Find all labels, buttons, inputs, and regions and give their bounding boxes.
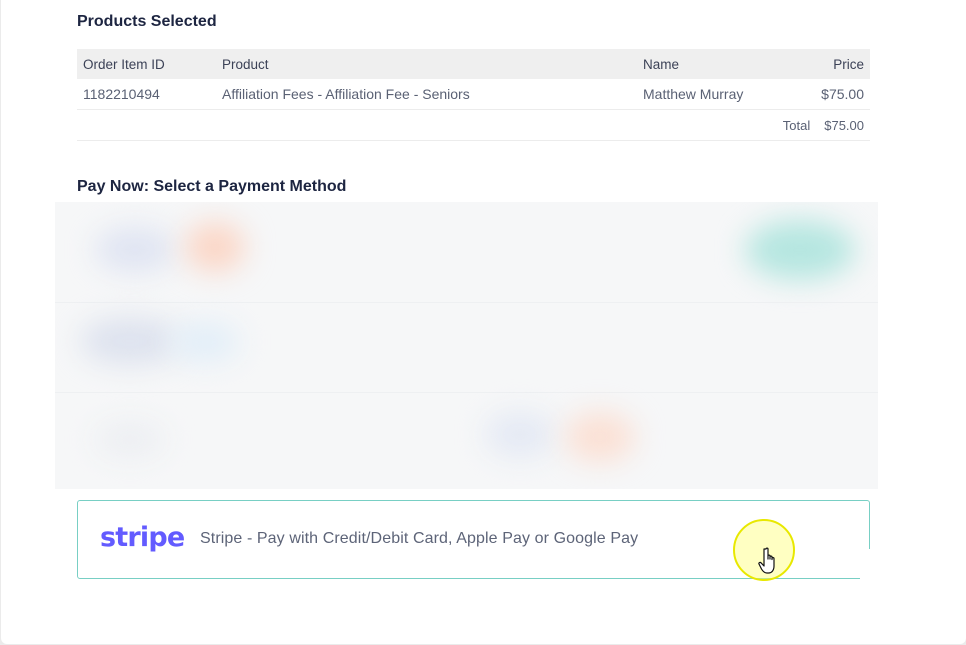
column-header-name: Name xyxy=(637,49,799,79)
card-edge-overlay xyxy=(860,549,896,599)
blurred-logo xyxy=(565,412,635,462)
table-header-row: Order Item ID Product Name Price xyxy=(77,49,870,79)
stripe-description: Stripe - Pay with Credit/Debit Card, App… xyxy=(200,530,639,547)
blurred-logo xyxy=(95,227,175,272)
total-value: $75.00 xyxy=(824,117,864,133)
total-cell: Total $75.00 xyxy=(77,109,870,141)
stripe-logo: stripe xyxy=(100,522,185,553)
products-table: Order Item ID Product Name Price 1182210… xyxy=(77,49,870,141)
blurred-logo xyxy=(485,412,555,457)
blurred-logo xyxy=(80,317,180,365)
payment-method-title: Pay Now: Select a Payment Method xyxy=(77,178,347,195)
blurred-divider xyxy=(55,392,878,393)
product-cell: Affiliation Fees - Affiliation Fee - Sen… xyxy=(216,79,637,110)
table-row: 1182210494 Affiliation Fees - Affiliatio… xyxy=(77,79,870,110)
total-label: Total xyxy=(782,117,811,133)
blurred-button xyxy=(745,220,855,280)
payment-card: Products Selected Order Item ID Product … xyxy=(1,0,966,644)
column-header-product: Product xyxy=(216,49,637,79)
column-header-price: Price xyxy=(799,49,870,79)
products-selected-title: Products Selected xyxy=(77,13,217,30)
total-row: Total $75.00 xyxy=(77,109,870,141)
blurred-logo xyxy=(95,422,165,457)
order-item-id-cell: 1182210494 xyxy=(77,79,216,110)
blurred-logo xyxy=(185,222,245,272)
column-header-order-item-id: Order Item ID xyxy=(77,49,216,79)
hand-pointer-icon xyxy=(758,547,775,574)
blurred-payment-options xyxy=(55,202,878,489)
price-cell: $75.00 xyxy=(799,79,870,110)
blurred-divider xyxy=(55,302,878,303)
blurred-logo xyxy=(170,322,240,362)
name-cell: Matthew Murray xyxy=(637,79,799,110)
